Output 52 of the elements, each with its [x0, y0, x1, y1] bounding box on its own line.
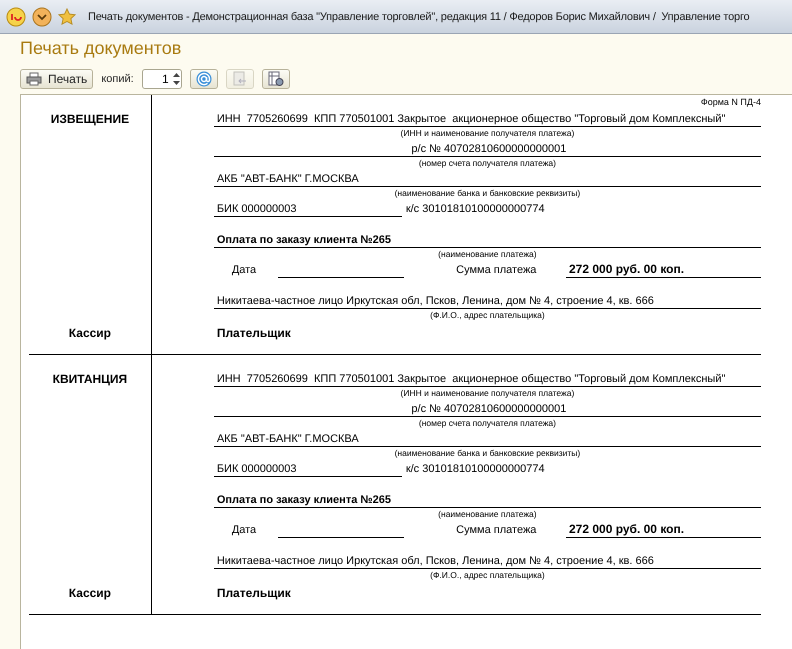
field-caption: (наименование платежа) — [437, 248, 538, 261]
field-caption: (Ф.И.О., адрес плательщика) — [429, 309, 546, 322]
spin-arrows-icon[interactable] — [172, 71, 181, 87]
account-text: р/с № 40702810600000000001 — [214, 140, 761, 157]
field-caption: (наименование банка и банковские реквизиты) — [394, 447, 582, 460]
page-title: Печать документов — [20, 37, 182, 60]
date-label: Дата — [232, 264, 256, 278]
payer-text: Никитаева-частное лицо Иркутская обл, Псков, Ленина, дом № 4, строение 4, кв. 666 — [214, 552, 761, 569]
bank-text: АКБ "АВТ-БАНК" Г.МОСКВА — [214, 430, 761, 447]
copies-spin-field[interactable]: 1 — [142, 69, 182, 89]
sum-text: 272 000 руб. 00 коп. — [566, 521, 761, 538]
payment-purpose-text: Оплата по заказу клиента №265 — [214, 491, 761, 508]
field-caption: (ИНН и наименование получателя платежа) — [400, 127, 576, 140]
recipient-text: ИНН 7705260699 КПП 770501001 Закрытое акционерное общество "Торговый дом Комплексный" — [214, 110, 761, 127]
app-logo-icon[interactable] — [6, 6, 26, 26]
field-caption: (наименование банка и банковские реквизиты) — [394, 187, 582, 200]
field-caption: (ИНН и наименование получателя платежа) — [400, 387, 576, 400]
section-title: ИЗВЕЩЕНИЕ — [50, 112, 130, 126]
payer-label: Плательщик — [216, 325, 292, 342]
copies-label: копий: — [101, 73, 134, 85]
bik-text: БИК 000000003 — [214, 200, 402, 217]
payment-purpose-text: Оплата по заказу клиента №265 — [214, 231, 761, 248]
field-caption: (наименование платежа) — [437, 508, 538, 521]
table-gear-icon — [268, 71, 284, 87]
email-button[interactable] — [190, 69, 218, 89]
bank-text: АКБ "АВТ-БАНК" Г.МОСКВА — [214, 170, 761, 187]
window-title: Печать документов - Демонстрационная база "Управление торговлей", редакция 11 / Федоров Борис Михайлович / Управление торго — [88, 10, 750, 22]
field-caption: (Ф.И.О., адрес плательщика) — [429, 569, 546, 582]
date-label: Дата — [232, 524, 256, 538]
dropdown-icon[interactable] — [32, 6, 52, 26]
form-number: Форма N ПД-4 — [700, 96, 761, 109]
settings-button[interactable] — [262, 69, 290, 89]
correspondent-account-text: к/с 30101810100000000774 — [406, 463, 545, 477]
sum-label: Сумма платежа — [456, 524, 536, 538]
sum-label: Сумма платежа — [456, 264, 536, 278]
recipient-text: ИНН 7705260699 КПП 770501001 Закрытое акционерное общество "Торговый дом Комплексный" — [214, 370, 761, 387]
cashier-label: Кассир — [68, 586, 111, 600]
payer-text: Никитаева-частное лицо Иркутская обл, Псков, Ленина, дом № 4, строение 4, кв. 666 — [214, 292, 761, 309]
print-button[interactable]: Печать — [20, 69, 94, 89]
document-arrow-icon — [232, 71, 248, 87]
bik-text: БИК 000000003 — [214, 460, 402, 477]
printer-icon — [26, 72, 42, 86]
at-sign-icon — [196, 71, 212, 87]
star-icon[interactable] — [58, 8, 76, 26]
account-text: р/с № 40702810600000000001 — [214, 400, 761, 417]
field-caption: (номер счета получателя платежа) — [418, 157, 557, 170]
payer-label: Плательщик — [216, 585, 292, 602]
field-caption: (номер счета получателя платежа) — [418, 417, 557, 430]
section-title: КВИТАНЦИЯ — [52, 372, 128, 386]
sum-text: 272 000 руб. 00 коп. — [566, 261, 761, 278]
cashier-label: Кассир — [68, 326, 111, 340]
correspondent-account-text: к/с 30101810100000000774 — [406, 203, 545, 217]
